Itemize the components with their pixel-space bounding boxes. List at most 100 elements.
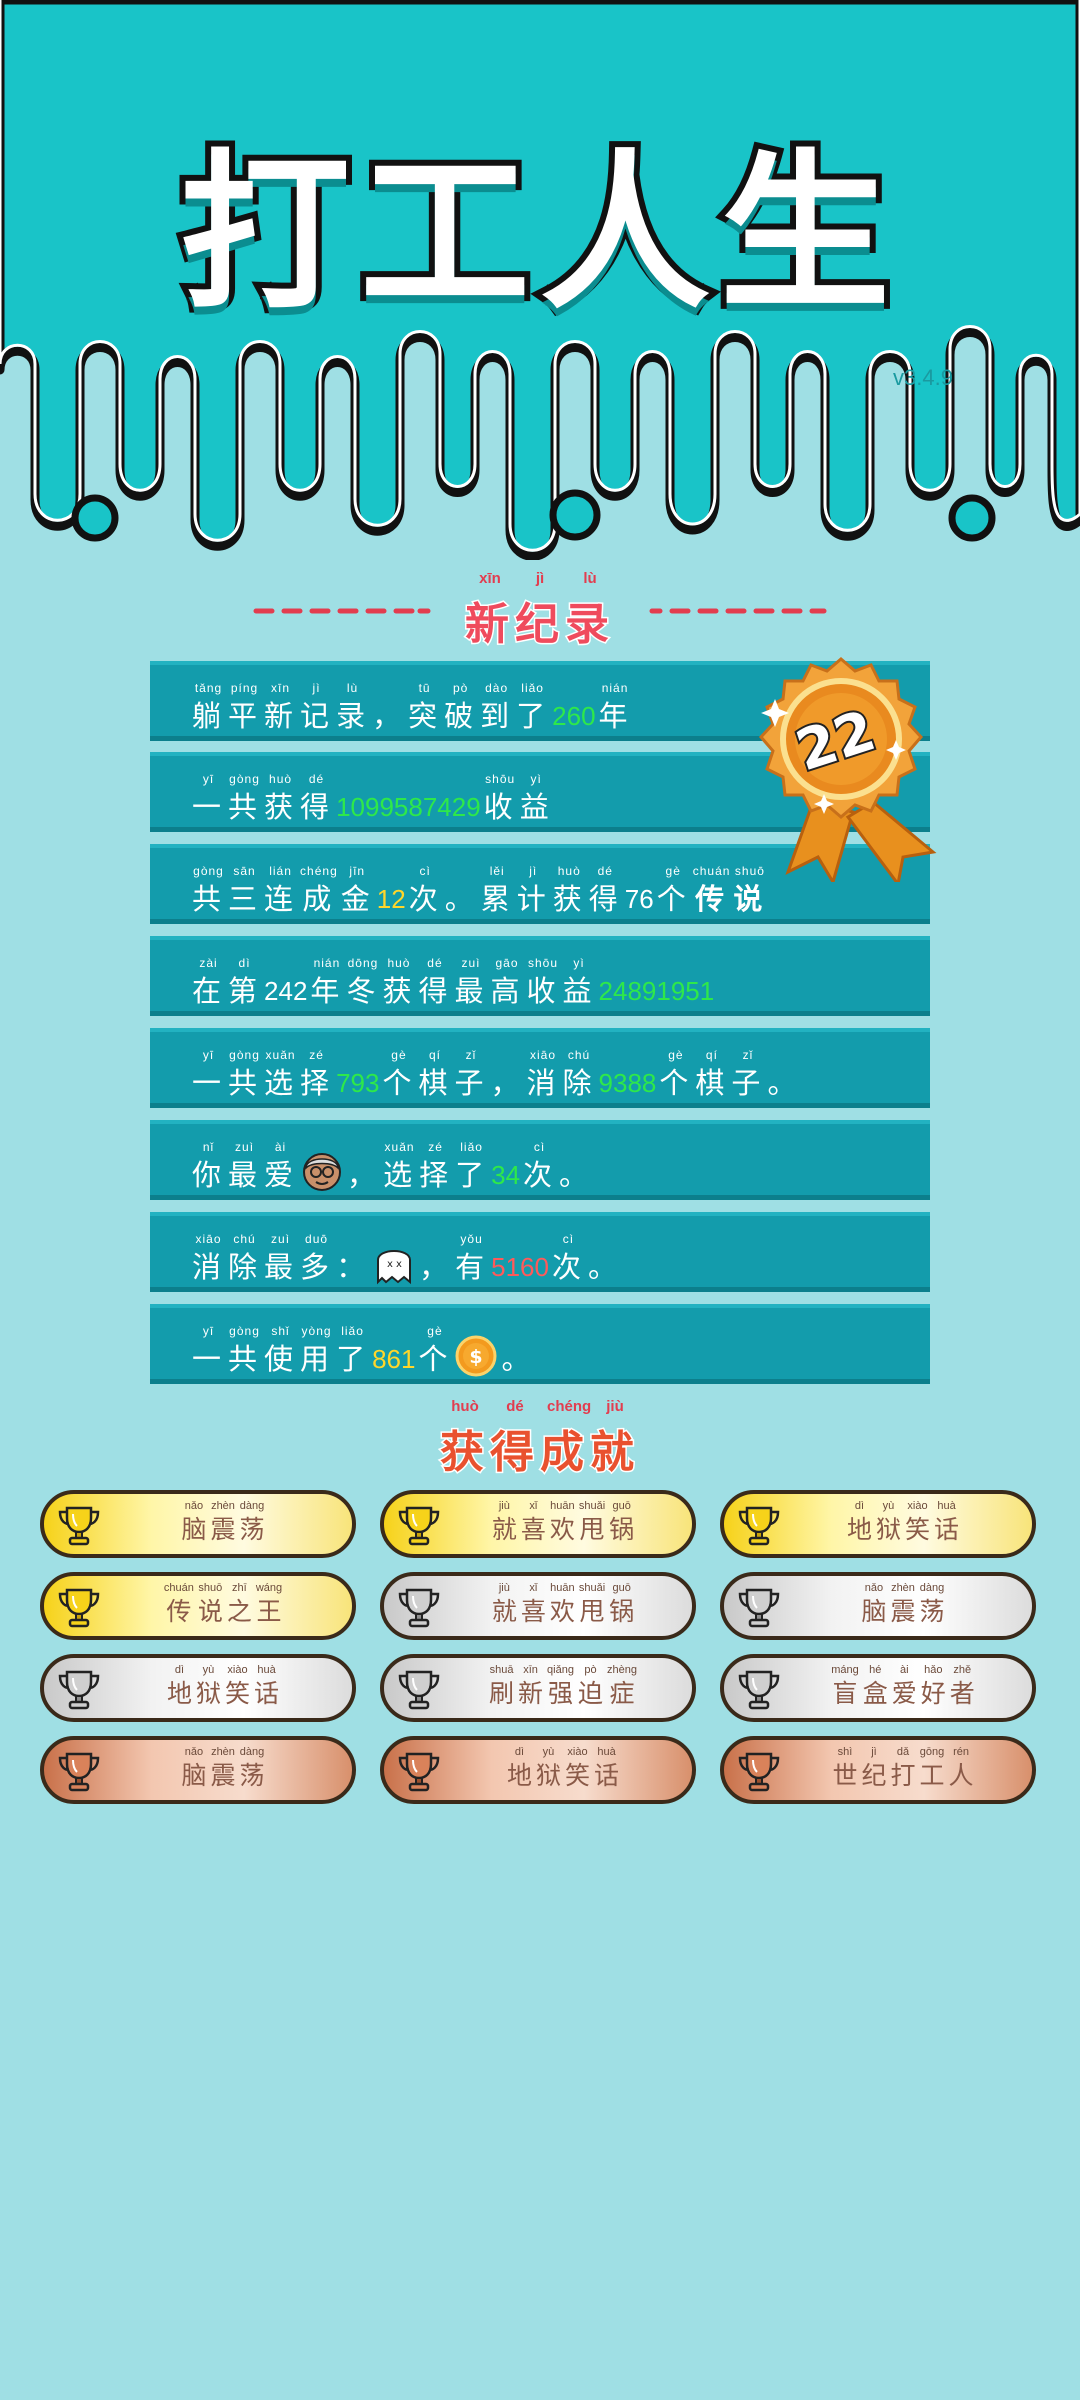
stat-char: 。 (588, 1232, 621, 1286)
trophy-icon (58, 1670, 100, 1710)
hanzi: 个 (656, 882, 690, 916)
hanzi: 地 (846, 1515, 872, 1544)
old-man-face-icon (303, 1153, 342, 1191)
pinyin: gè (668, 1048, 684, 1062)
svg-text:x: x (387, 1259, 393, 1270)
stat-char: dé 得 (300, 772, 333, 826)
achievement-silver-badge[interactable]: nǎo 脑 zhèn 震 dàng 荡 (720, 1572, 1036, 1640)
hanzi: 好 (920, 1679, 946, 1708)
achievement-label: dì 地 yù 狱 xiào 笑 huà 话 (444, 1746, 682, 1792)
trophy-icon (738, 1506, 780, 1546)
pinyin: dì (238, 956, 251, 970)
hanzi: 一 (192, 790, 226, 824)
hanzi: 喜 (520, 1597, 546, 1626)
achievement-bronze-badge[interactable]: dì 地 yù 狱 xiào 笑 huà 话 (380, 1736, 696, 1804)
stat-char: gè 个 (418, 1324, 451, 1378)
achievement-gold-badge[interactable]: jiù 就 xǐ 喜 huān 欢 shuǎi 甩 guō 锅 (380, 1490, 696, 1558)
hanzi: 择 (419, 1158, 453, 1192)
achievement-char: guō 锅 (609, 1582, 634, 1628)
hanzi: 爱 (891, 1679, 917, 1708)
achievement-gold-badge[interactable]: chuán 传 shuō 说 zhī 之 wáng 王 (40, 1572, 356, 1640)
pinyin: yī (202, 772, 215, 786)
hanzi: 计 (516, 882, 550, 916)
hanzi: 次 (408, 882, 442, 916)
achievement-bronze-badge[interactable]: nǎo 脑 zhèn 震 dàng 荡 (40, 1736, 356, 1804)
stat-char: nǐ 你 (192, 1140, 225, 1194)
hanzi: 甩 (579, 1515, 605, 1544)
pinyin: jì (871, 1746, 877, 1758)
stat-number: 793 (336, 1068, 380, 1098)
pinyin: huà (597, 1746, 616, 1758)
stat-char: xuǎn 选 (383, 1140, 416, 1194)
hanzi: 震 (890, 1597, 916, 1626)
hanzi: 共 (228, 1342, 262, 1376)
pinyin: jì (312, 681, 321, 695)
achievement-silver-badge[interactable]: shuā 刷 xīn 新 qiǎng 强 pò 迫 zhèng 症 (380, 1654, 696, 1722)
hanzi: 。 (559, 1158, 593, 1192)
achievement-char: huān 欢 (550, 1500, 575, 1546)
hanzi: 最 (264, 1250, 298, 1284)
hanzi: 破 (444, 699, 478, 733)
achievement-char: dì 地 (847, 1500, 872, 1546)
medal-badge: 22 (758, 657, 937, 882)
achievement-label: shì 世 jì 纪 dǎ 打 gōng 工 rén 人 (784, 1746, 1022, 1792)
title-pinyin-row: huò dé chéng jiù (440, 1398, 640, 1416)
achievement-char: jiù 就 (492, 1500, 517, 1546)
achievement-silver-badge[interactable]: jiù 就 xǐ 喜 huān 欢 shuǎi 甩 guō 锅 (380, 1572, 696, 1640)
achievement-char: xīn 新 (518, 1664, 543, 1710)
pinyin: gòng (193, 864, 224, 878)
hanzi: 者 (949, 1679, 975, 1708)
hanzi: ， (490, 1066, 524, 1100)
stat-char: dōng 冬 (346, 956, 379, 1010)
pinyin: zé (309, 1048, 324, 1062)
hanzi: 了 (336, 1342, 370, 1376)
stat-row: yī 一 gòng 共 shǐ 使 yòng 用 liǎo 了 861 gè 个 $ 。 (150, 1304, 930, 1384)
achievement-silver-badge[interactable]: máng 盲 hé 盒 ài 爱 hǎo 好 zhě 者 (720, 1654, 1036, 1722)
stat-row: yī 一 gòng 共 xuǎn 选 zé 择 793 gè 个 qí 棋 zǐ 子， xiāo 消 chú 除 93… (150, 1028, 930, 1108)
trophy-icon (738, 1752, 780, 1792)
hanzi: 成 (302, 882, 336, 916)
stat-char: shōu 收 (527, 956, 560, 1010)
title-pinyin: dé (506, 1398, 524, 1415)
hanzi: 共 (228, 790, 262, 824)
hanzi: 获 (382, 974, 416, 1008)
stat-char: liǎo 了 (516, 681, 549, 735)
hanzi: 笑 (905, 1515, 931, 1544)
hanzi: 笑 (565, 1761, 591, 1790)
achievement-gold-badge[interactable]: nǎo 脑 zhèn 震 dàng 荡 (40, 1490, 356, 1558)
title-pinyin: xīn (479, 570, 501, 587)
hanzi: 选 (264, 1066, 298, 1100)
dash-decoration-left (253, 608, 431, 614)
pinyin: lù (346, 681, 359, 695)
game-title: 打工人生 (174, 129, 900, 339)
hanzi: 获 (552, 882, 586, 916)
stat-char: ： (336, 1232, 369, 1286)
pinyin: yī (202, 1324, 215, 1338)
hanzi: 狱 (875, 1515, 901, 1544)
stat-char: shōu 收 (484, 772, 517, 826)
stat-char: huò 获 (382, 956, 415, 1010)
stat-char: zài 在 (192, 956, 225, 1010)
hanzi: 得 (588, 882, 622, 916)
stat-char: píng 平 (228, 681, 261, 735)
achievement-silver-badge[interactable]: dì 地 yù 狱 xiào 笑 huà 话 (40, 1654, 356, 1722)
hanzi: 高 (490, 974, 524, 1008)
achievement-char: dì 地 (507, 1746, 532, 1792)
hanzi: 了 (516, 699, 550, 733)
hanzi: 记 (300, 699, 334, 733)
pinyin: nǎo (864, 1582, 884, 1594)
pinyin: qí (428, 1048, 441, 1062)
pinyin: shuā (489, 1664, 514, 1676)
achievement-bronze-badge[interactable]: shì 世 jì 纪 dǎ 打 gōng 工 rén 人 (720, 1736, 1036, 1804)
achievement-char: chuán 传 (164, 1582, 194, 1628)
hanzi: 次 (551, 1250, 585, 1284)
pinyin: yù (882, 1500, 895, 1512)
pinyin: dì (514, 1746, 525, 1758)
achievement-gold-badge[interactable]: dì 地 yù 狱 xiào 笑 huà 话 (720, 1490, 1036, 1558)
pinyin: gòng (229, 1048, 260, 1062)
hanzi: 地 (166, 1679, 192, 1708)
hanzi: 择 (300, 1066, 334, 1100)
achievement-char: ài 爱 (892, 1664, 917, 1710)
stat-row: nǐ 你 zuì 最 ài 爱 ， xuǎn 选 zé 择 liǎo 了 34 cì 次。 (150, 1120, 930, 1200)
hanzi: 荡 (239, 1761, 265, 1790)
